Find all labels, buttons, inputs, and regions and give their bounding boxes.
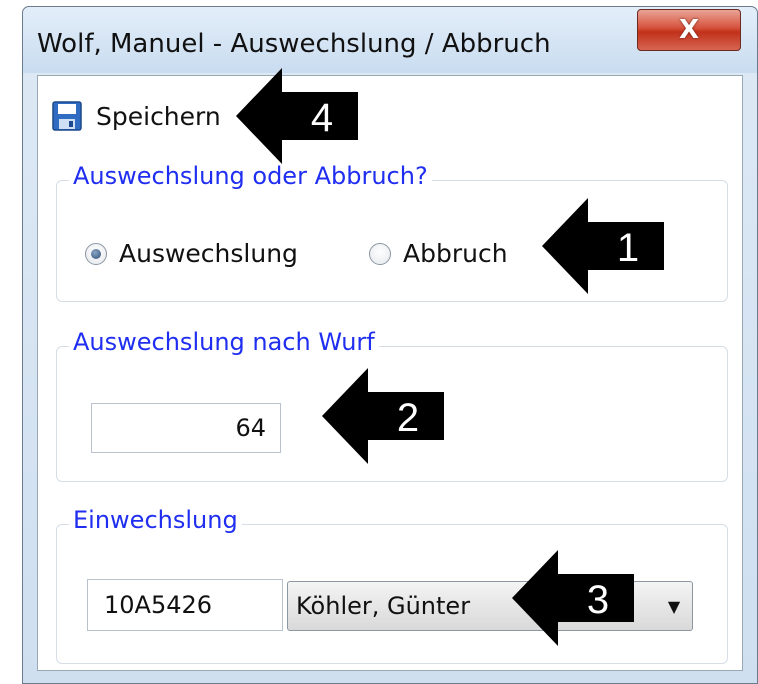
callout-number-3: 3 bbox=[587, 578, 609, 622]
radio-button-unchecked[interactable] bbox=[369, 242, 391, 265]
callout-arrow-1: 1 bbox=[542, 198, 664, 294]
radio-label: Abbruch bbox=[403, 239, 508, 268]
save-button[interactable]: Speichern bbox=[52, 94, 221, 138]
radio-button-checked[interactable] bbox=[85, 242, 107, 265]
radio-option-abbruch[interactable]: Abbruch bbox=[369, 239, 508, 268]
close-icon: X bbox=[678, 15, 700, 45]
radio-label: Auswechslung bbox=[119, 239, 298, 268]
throw-number-input[interactable]: 64 bbox=[91, 403, 281, 453]
callout-arrow-4: 4 bbox=[236, 68, 358, 164]
chevron-down-icon[interactable]: ▼ bbox=[656, 597, 692, 616]
callout-arrow-3: 3 bbox=[512, 550, 634, 646]
callout-number-1: 1 bbox=[617, 226, 639, 270]
dialog-window: Wolf, Manuel - Auswechslung / Abbruch X … bbox=[22, 6, 758, 684]
group-legend: Auswechslung nach Wurf bbox=[69, 328, 379, 356]
throw-number-value: 64 bbox=[235, 414, 266, 442]
callout-number-2: 2 bbox=[397, 396, 419, 440]
group-legend: Einwechslung bbox=[69, 506, 242, 534]
window-title: Wolf, Manuel - Auswechslung / Abbruch bbox=[37, 29, 551, 59]
player-id-value: 10A5426 bbox=[104, 591, 213, 619]
title-bar[interactable]: Wolf, Manuel - Auswechslung / Abbruch X bbox=[23, 7, 757, 73]
callout-number-4: 4 bbox=[311, 96, 333, 140]
save-label: Speichern bbox=[96, 101, 221, 131]
player-id-input[interactable]: 10A5426 bbox=[87, 579, 283, 631]
floppy-disk-icon bbox=[52, 101, 82, 131]
group-legend: Auswechslung oder Abbruch? bbox=[69, 162, 432, 190]
callout-arrow-2: 2 bbox=[322, 368, 444, 464]
radio-option-auswechslung[interactable]: Auswechslung bbox=[85, 239, 298, 268]
close-button[interactable]: X bbox=[637, 9, 741, 51]
